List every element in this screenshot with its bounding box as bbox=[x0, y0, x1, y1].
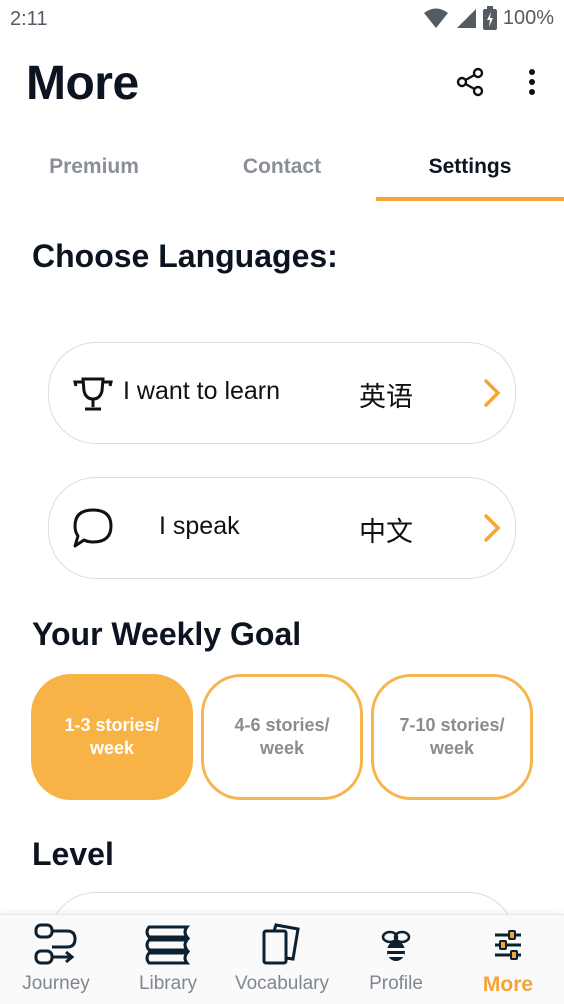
battery-percent: 100% bbox=[502, 6, 554, 29]
chevron-right-icon bbox=[484, 514, 501, 542]
cellular-signal-icon bbox=[456, 9, 476, 28]
status-bar: 2:11 100% bbox=[0, 0, 564, 40]
nav-label: Journey bbox=[22, 973, 90, 994]
tab-indicator bbox=[376, 197, 564, 201]
status-icons: 100% bbox=[423, 6, 554, 30]
books-stack-icon bbox=[145, 925, 191, 965]
speak-language-row[interactable]: I speak 中文 bbox=[48, 477, 516, 579]
nav-profile[interactable]: Profile bbox=[340, 915, 452, 1004]
tab-premium[interactable]: Premium bbox=[0, 136, 188, 198]
speak-language-label: I speak bbox=[159, 512, 240, 540]
learn-language-label: I want to learn bbox=[123, 377, 281, 405]
more-vert-icon bbox=[529, 69, 535, 95]
battery-charging-icon bbox=[482, 6, 497, 30]
nav-label: Profile bbox=[369, 973, 423, 994]
nav-library[interactable]: Library bbox=[112, 915, 224, 1004]
goal-option-4-6[interactable]: 4-6 stories/ week bbox=[201, 674, 363, 800]
sliders-icon bbox=[495, 930, 521, 960]
level-title: Level bbox=[32, 836, 114, 872]
share-button[interactable] bbox=[450, 62, 490, 102]
nav-journey[interactable]: Journey bbox=[0, 915, 112, 1004]
tab-settings[interactable]: Settings bbox=[376, 136, 564, 198]
speak-language-value: 中文 bbox=[359, 517, 413, 547]
overflow-menu-button[interactable] bbox=[514, 62, 550, 102]
tab-bar: Premium Contact Settings bbox=[0, 136, 564, 202]
status-time: 2:11 bbox=[10, 8, 48, 30]
nav-more[interactable]: More bbox=[452, 915, 564, 1004]
goal-option-1-3[interactable]: 1-3 stories/ week bbox=[31, 674, 193, 800]
cards-icon bbox=[262, 923, 300, 965]
learn-language-value: 英语 bbox=[359, 382, 413, 412]
goal-option-7-10[interactable]: 7-10 stories/ week bbox=[371, 674, 533, 800]
journey-flow-icon bbox=[34, 923, 77, 965]
weekly-goal-title: Your Weekly Goal bbox=[32, 616, 302, 652]
trophy-icon bbox=[73, 377, 113, 411]
wifi-icon bbox=[423, 8, 448, 28]
nav-label: Vocabulary bbox=[234, 973, 329, 994]
tab-contact[interactable]: Contact bbox=[188, 136, 376, 198]
page-title: More bbox=[26, 57, 139, 110]
bee-icon bbox=[381, 930, 411, 961]
bottom-navigation: Journey Library Vocabulary Profile More bbox=[0, 914, 564, 1004]
languages-title: Choose Languages: bbox=[32, 238, 338, 274]
nav-vocabulary[interactable]: Vocabulary bbox=[224, 915, 340, 1004]
learn-language-row[interactable]: I want to learn 英语 bbox=[48, 342, 516, 444]
chevron-right-icon bbox=[484, 379, 501, 407]
speech-bubble-icon bbox=[73, 508, 113, 548]
share-icon bbox=[456, 67, 484, 97]
nav-label: Library bbox=[138, 973, 198, 994]
nav-label: More bbox=[482, 973, 534, 996]
